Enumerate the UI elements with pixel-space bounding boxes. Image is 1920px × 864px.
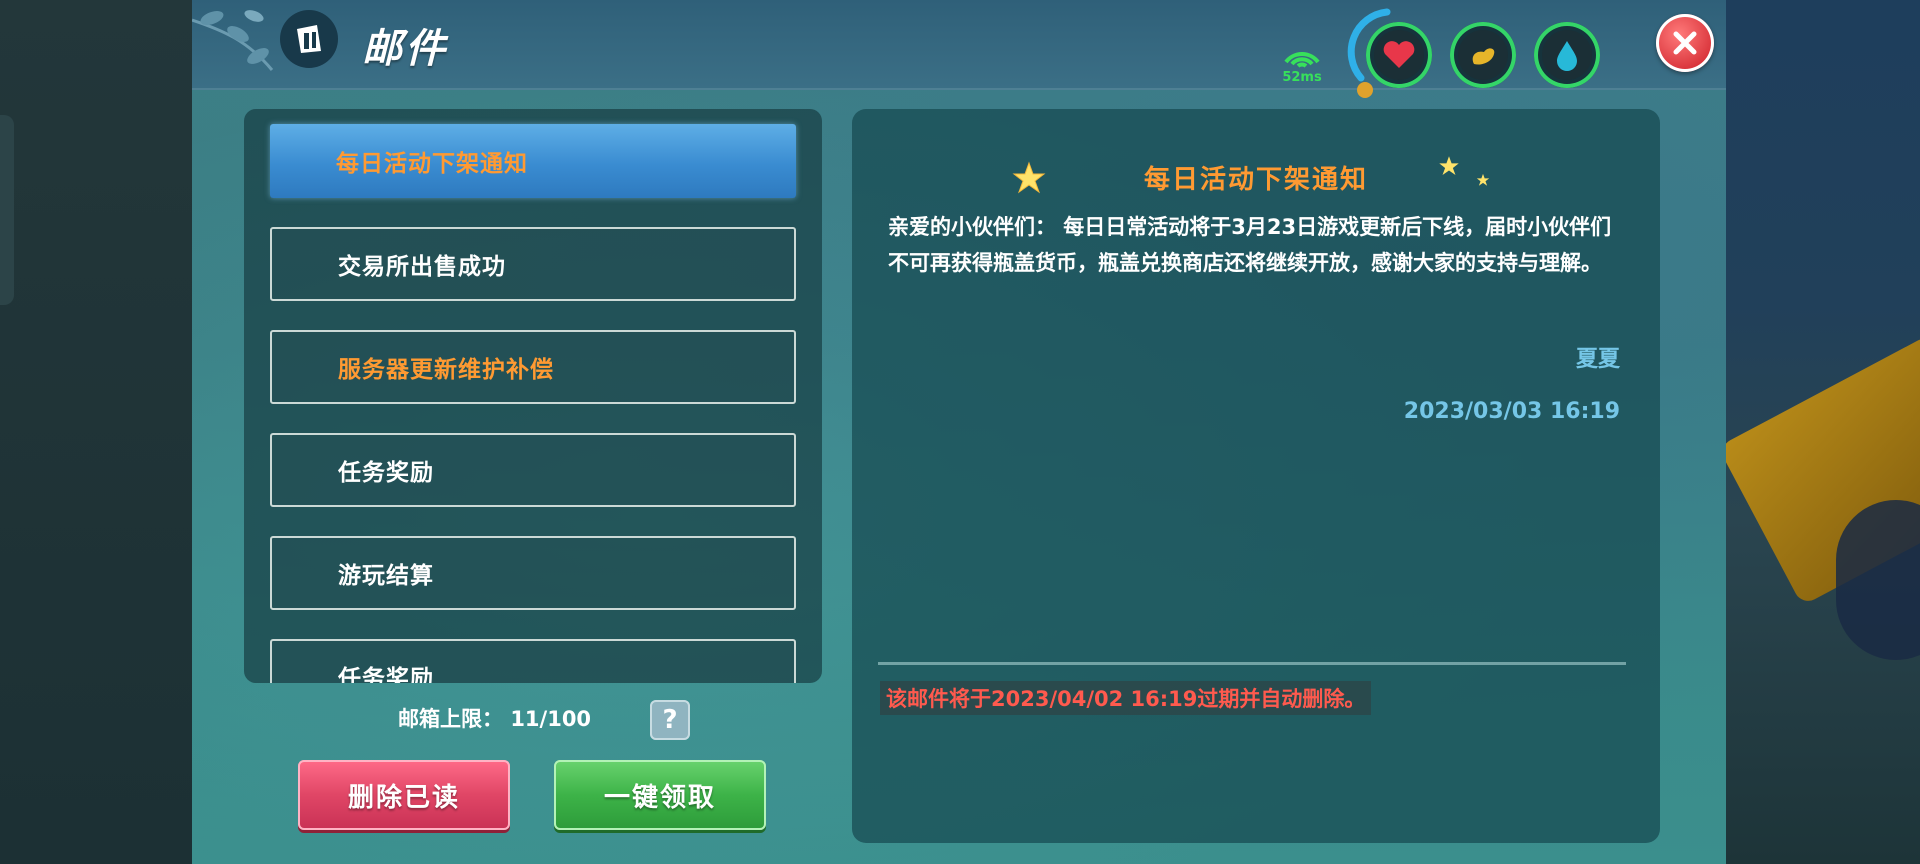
mail-title: 每日活动下架通知 (1143, 165, 1368, 195)
mail-date: 2023/03/03 16:19 (1403, 399, 1620, 424)
stomach-icon (1472, 48, 1495, 65)
capacity-value: 11/100 (510, 707, 592, 731)
water-drop-icon (1557, 41, 1577, 71)
delete-read-button[interactable]: 删除已读 (298, 760, 510, 830)
mail-icon (280, 10, 338, 68)
mail-window: 邮件 52ms 每日活动下架通知 交易所出售成功 服务器更新维护补偿 任务奖励 … (192, 0, 1726, 864)
mail-body: 亲爱的小伙伴们： 每日日常活动将于3月23日游戏更新后下线，届时小伙伴们不可再获… (888, 215, 1612, 275)
mail-item[interactable]: 游玩结算 (270, 536, 796, 610)
title-bar: 邮件 52ms (192, 0, 1726, 98)
help-button[interactable]: ? (650, 700, 690, 740)
health-stat[interactable] (1366, 22, 1432, 88)
expiry-notice: 该邮件将于2023/04/02 16:19过期并自动删除。 (880, 681, 1372, 715)
capacity-label: 邮箱上限： (398, 707, 503, 731)
mail-item-label: 任务奖励 (338, 460, 434, 486)
background-scenery-shadow (1836, 500, 1920, 660)
network-ping: 52ms (1272, 40, 1332, 88)
mail-list[interactable]: 每日活动下架通知 交易所出售成功 服务器更新维护补偿 任务奖励 游玩结算 任务奖… (244, 109, 822, 683)
mail-item[interactable]: 任务奖励 (270, 433, 796, 507)
wifi-signal-icon (1284, 52, 1320, 68)
mail-item[interactable]: 任务奖励 (270, 639, 796, 683)
side-handle[interactable] (0, 115, 14, 305)
mail-item-label: 服务器更新维护补偿 (338, 357, 554, 383)
mailbox-capacity: 邮箱上限： 11/100 (398, 703, 591, 733)
page-title: 邮件 (362, 26, 448, 72)
mail-sender: 夏夏 (1575, 347, 1620, 372)
heart-icon (1383, 41, 1415, 68)
mail-item-label: 游玩结算 (338, 563, 434, 589)
right-background (1726, 0, 1920, 864)
mail-detail: 每日活动下架通知 亲爱的小伙伴们： 每日日常活动将于3月23日游戏更新后下线，届… (852, 109, 1660, 843)
water-stat[interactable] (1534, 22, 1600, 88)
hunger-stat[interactable] (1450, 22, 1516, 88)
mail-item-label: 每日活动下架通知 (336, 151, 528, 177)
left-margin (0, 0, 192, 864)
mail-item-label: 任务奖励 (338, 666, 434, 683)
close-button[interactable] (1656, 14, 1714, 72)
mail-item[interactable]: 交易所出售成功 (270, 227, 796, 301)
mail-item[interactable]: 服务器更新维护补偿 (270, 330, 796, 404)
mail-item-selected[interactable]: 每日活动下架通知 (270, 124, 796, 198)
close-icon (1673, 31, 1697, 55)
divider (878, 662, 1626, 665)
claim-all-button[interactable]: 一键领取 (554, 760, 766, 830)
mail-item-label: 交易所出售成功 (338, 254, 506, 280)
ping-label: 52ms (1282, 70, 1322, 85)
